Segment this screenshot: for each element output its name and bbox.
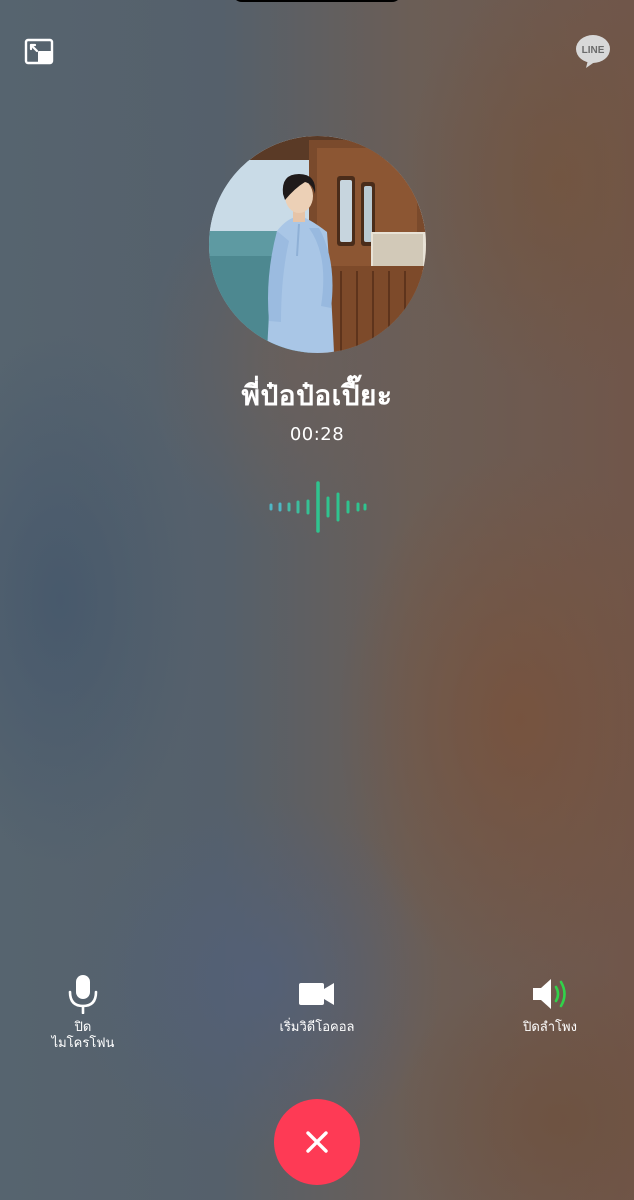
line-logo-text: LINE	[582, 45, 605, 56]
close-x-icon	[306, 1131, 328, 1153]
speaker-on-icon	[533, 979, 566, 1009]
mute-microphone-label-line2: ไมโครโฟน	[51, 1036, 115, 1051]
device-notch	[232, 0, 402, 2]
mute-microphone-button[interactable]: ปิด ไมโครโฟน	[13, 974, 153, 1052]
caller-name: พี่ป๋อป๋อเปี๊ยะ	[241, 379, 393, 412]
speaker-off-label: ปิดลำโพง	[523, 1020, 577, 1035]
mute-microphone-label-line1: ปิด	[74, 1020, 92, 1035]
pip-minimize-icon	[24, 38, 54, 65]
start-video-call-label: เริ่มวิดีโอคอล	[279, 1020, 355, 1035]
line-logo: LINE	[574, 34, 612, 70]
voice-activity-waveform	[269, 481, 367, 533]
speaker-off-button[interactable]: ปิดลำโพง	[480, 974, 620, 1036]
video-camera-icon	[299, 983, 334, 1005]
end-call-button[interactable]	[274, 1099, 360, 1185]
pip-minimize-button[interactable]	[22, 36, 56, 68]
call-duration: 00:28	[289, 424, 345, 445]
microphone-icon	[68, 975, 98, 1014]
start-video-call-button[interactable]: เริ่มวิดีโอคอล	[247, 974, 387, 1036]
caller-avatar	[209, 136, 426, 353]
